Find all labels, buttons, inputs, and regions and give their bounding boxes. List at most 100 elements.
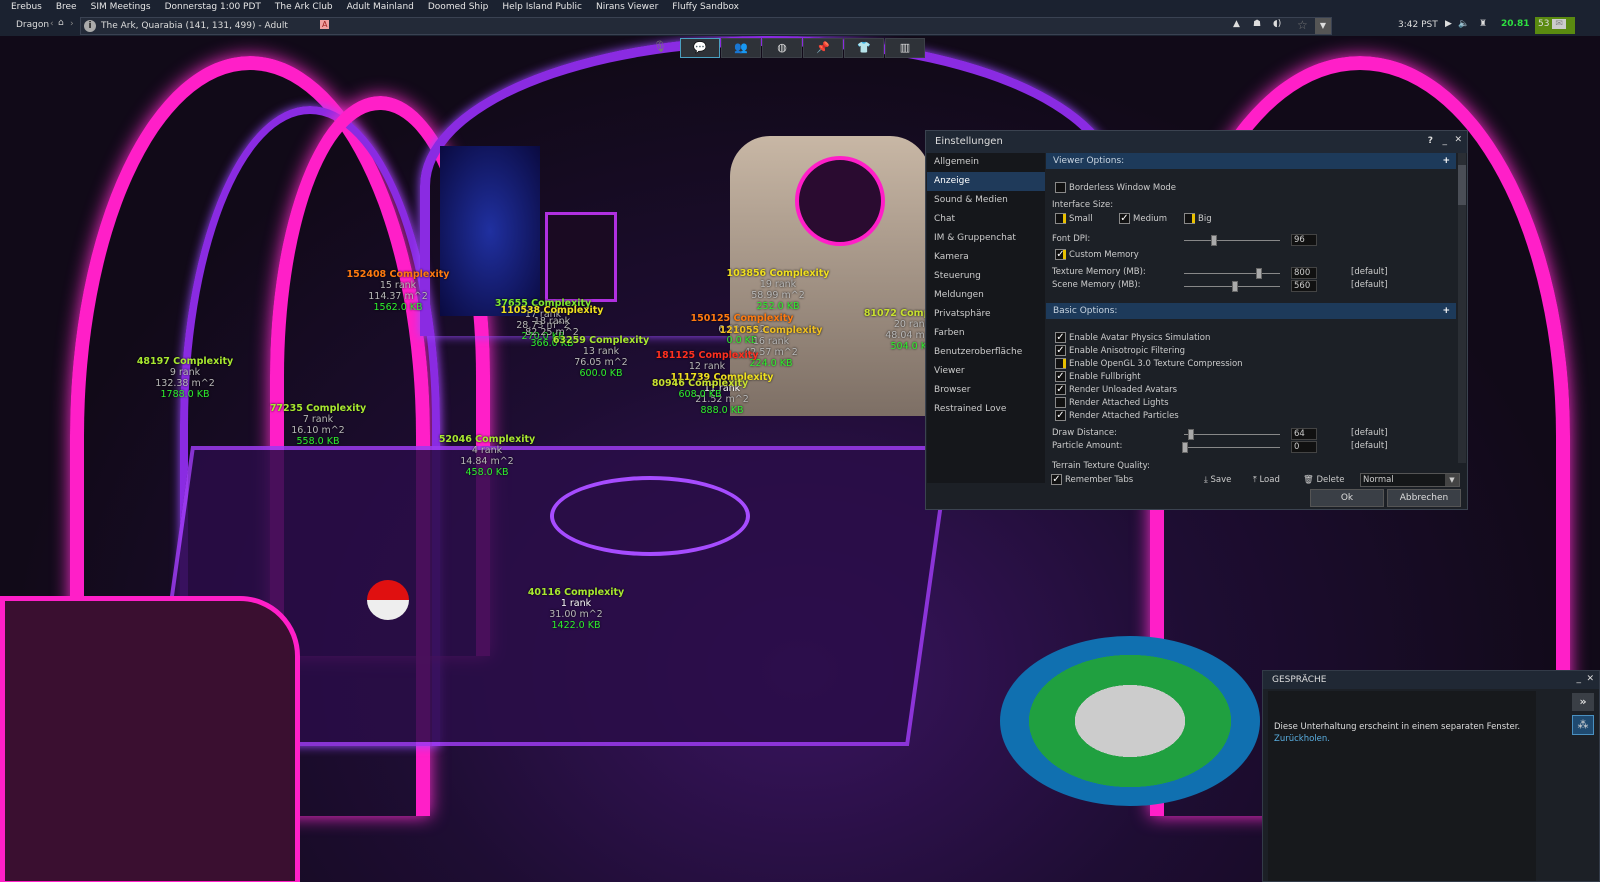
sidebar-item[interactable]: Viewer (927, 362, 1045, 381)
expand-icon[interactable]: + (1442, 303, 1450, 319)
slider-thumb[interactable] (1232, 281, 1238, 292)
location-bar[interactable]: i The Ark, Quarabia (141, 131, 499) - Ad… (80, 17, 1332, 35)
size-medium-checkbox[interactable]: ✓ Medium (1119, 213, 1167, 224)
binoculars-icon[interactable]: ♜ (1479, 19, 1487, 29)
size-big-checkbox[interactable]: Big (1184, 213, 1212, 224)
scene-memory-slider[interactable] (1184, 281, 1280, 292)
chat-icon[interactable]: 💬 (680, 38, 720, 58)
favorite-link[interactable]: Erebus (4, 0, 49, 16)
close-button[interactable]: ✕ (1454, 135, 1462, 145)
favorite-link[interactable]: Donnerstag 1:00 PDT (158, 0, 268, 16)
load-preset-button[interactable]: ⤒ Load (1253, 475, 1280, 485)
font-dpi-field[interactable]: 96 (1291, 234, 1317, 246)
unloaded-avatars-checkbox[interactable]: ✓ Render Unloaded Avatars (1055, 384, 1177, 395)
preset-dropdown[interactable]: Normal ▼ (1360, 473, 1460, 487)
sidebar-item[interactable]: Benutzeroberfläche (927, 343, 1045, 362)
scrollbar[interactable] (1458, 153, 1466, 463)
sidebar-item[interactable]: Kamera (927, 248, 1045, 267)
microphone-icon[interactable]: 🎙 (640, 38, 680, 58)
font-dpi-slider[interactable] (1184, 235, 1280, 246)
inventory-icon[interactable]: ▥ (885, 38, 925, 58)
fullbright-checkbox[interactable]: ✓ Enable Fullbright (1055, 371, 1141, 382)
location-dropdown-button[interactable]: ▼ (1315, 18, 1331, 34)
expand-chevrons-icon[interactable]: » (1572, 693, 1594, 711)
restore-link[interactable]: Zurückholen. (1274, 734, 1330, 744)
basic-options-header[interactable]: Basic Options: + (1046, 303, 1456, 319)
attached-particles-checkbox[interactable]: ✓ Render Attached Particles (1055, 410, 1179, 421)
pin-icon[interactable]: 📌 (803, 38, 843, 58)
slider-thumb[interactable] (1256, 268, 1262, 279)
people-icon[interactable]: 👥 (721, 38, 761, 58)
checkbox-checked[interactable]: ✓ (1055, 332, 1066, 343)
remember-tabs-checkbox[interactable]: ✓ Remember Tabs (1051, 474, 1133, 485)
sidebar-item[interactable]: IM & Gruppenchat (927, 229, 1045, 248)
particle-amount-field[interactable]: 0 (1291, 441, 1317, 453)
forward-button[interactable]: › (70, 19, 74, 29)
checkbox-checked[interactable]: ✓ (1055, 249, 1066, 260)
minimize-button[interactable]: _ (1443, 136, 1448, 146)
help-button[interactable]: ? (1428, 136, 1433, 146)
checkbox[interactable] (1055, 213, 1066, 224)
checkbox-checked[interactable]: ✓ (1055, 384, 1066, 395)
checkbox[interactable] (1055, 182, 1066, 193)
favorite-link[interactable]: Adult Mainland (340, 0, 421, 16)
checkbox[interactable] (1055, 358, 1066, 369)
sidebar-item[interactable]: Chat (927, 210, 1045, 229)
cancel-button[interactable]: Abbrechen (1387, 489, 1461, 507)
sidebar-item[interactable]: Meldungen (927, 286, 1045, 305)
sidebar-item[interactable]: Sound & Medien (927, 191, 1045, 210)
nearby-chat-icon[interactable]: ⁂ (1572, 715, 1594, 735)
checkbox-checked[interactable]: ✓ (1055, 410, 1066, 421)
custom-memory-checkbox[interactable]: ✓ Custom Memory (1055, 249, 1139, 260)
favorite-link[interactable]: Fluffy Sandbox (665, 0, 746, 16)
texture-compression-checkbox[interactable]: Enable OpenGL 3.0 Texture Compression (1055, 358, 1243, 369)
home-icon[interactable]: ⌂ (58, 18, 64, 28)
draw-distance-slider[interactable] (1184, 429, 1280, 440)
checkbox-checked[interactable]: ✓ (1055, 371, 1066, 382)
favorite-link[interactable]: Doomed Ship (421, 0, 495, 16)
attached-lights-checkbox[interactable]: Render Attached Lights (1055, 397, 1169, 408)
globe-icon[interactable]: ◍ (762, 38, 802, 58)
checkbox-checked[interactable]: ✓ (1119, 213, 1130, 224)
sidebar-item[interactable]: Farben (927, 324, 1045, 343)
minimize-button[interactable]: _ (1577, 674, 1582, 684)
volume-icon[interactable]: 🔈 (1458, 19, 1469, 29)
favorite-link[interactable]: The Ark Club (268, 0, 340, 16)
size-small-checkbox[interactable]: Small (1055, 213, 1093, 224)
expand-icon[interactable]: + (1442, 153, 1450, 169)
texture-memory-field[interactable]: 800 (1291, 267, 1317, 279)
scene-memory-field[interactable]: 560 (1291, 280, 1317, 292)
back-button[interactable]: ‹ (50, 19, 54, 29)
favorite-link[interactable]: Nirans Viewer (589, 0, 665, 16)
sidebar-item[interactable]: Allgemein (927, 153, 1045, 172)
checkbox-checked[interactable]: ✓ (1051, 474, 1062, 485)
borderless-checkbox[interactable]: Borderless Window Mode (1055, 182, 1176, 193)
slider-thumb[interactable] (1182, 442, 1188, 453)
anisotropic-checkbox[interactable]: ✓ Enable Anisotropic Filtering (1055, 345, 1185, 356)
sidebar-item-selected[interactable]: Anzeige (927, 172, 1045, 191)
shirt-icon[interactable]: 👕 (844, 38, 884, 58)
close-button[interactable]: ✕ (1586, 674, 1594, 684)
notifications-button[interactable]: 53 ✉ (1535, 17, 1575, 34)
draw-distance-field[interactable]: 64 (1291, 428, 1317, 440)
sidebar-item[interactable]: Privatsphäre (927, 305, 1045, 324)
sidebar-item[interactable]: Browser (927, 381, 1045, 400)
favorite-link[interactable]: Bree (49, 0, 84, 16)
checkbox-checked[interactable]: ✓ (1055, 345, 1066, 356)
sidebar-item[interactable]: Steuerung (927, 267, 1045, 286)
viewer-options-header[interactable]: Viewer Options: + (1046, 153, 1456, 169)
checkbox[interactable] (1184, 213, 1195, 224)
checkbox[interactable] (1055, 397, 1066, 408)
favorite-link[interactable]: Help Island Public (495, 0, 589, 16)
delete-preset-button[interactable]: 🗑 Delete (1303, 475, 1344, 485)
favorite-link[interactable]: SIM Meetings (84, 0, 158, 16)
favorite-star-icon[interactable]: ☆ (1297, 18, 1308, 32)
avatar-physics-checkbox[interactable]: ✓ Enable Avatar Physics Simulation (1055, 332, 1210, 343)
user-menu[interactable]: Dragon (16, 20, 49, 30)
sidebar-item[interactable]: Restrained Love (927, 400, 1045, 419)
media-play-icon[interactable]: ▶ (1445, 19, 1452, 29)
scrollbar-thumb[interactable] (1458, 165, 1466, 205)
info-icon[interactable]: i (84, 20, 96, 32)
save-preset-button[interactable]: ⤓ Save (1204, 475, 1231, 485)
slider-thumb[interactable] (1211, 235, 1217, 246)
